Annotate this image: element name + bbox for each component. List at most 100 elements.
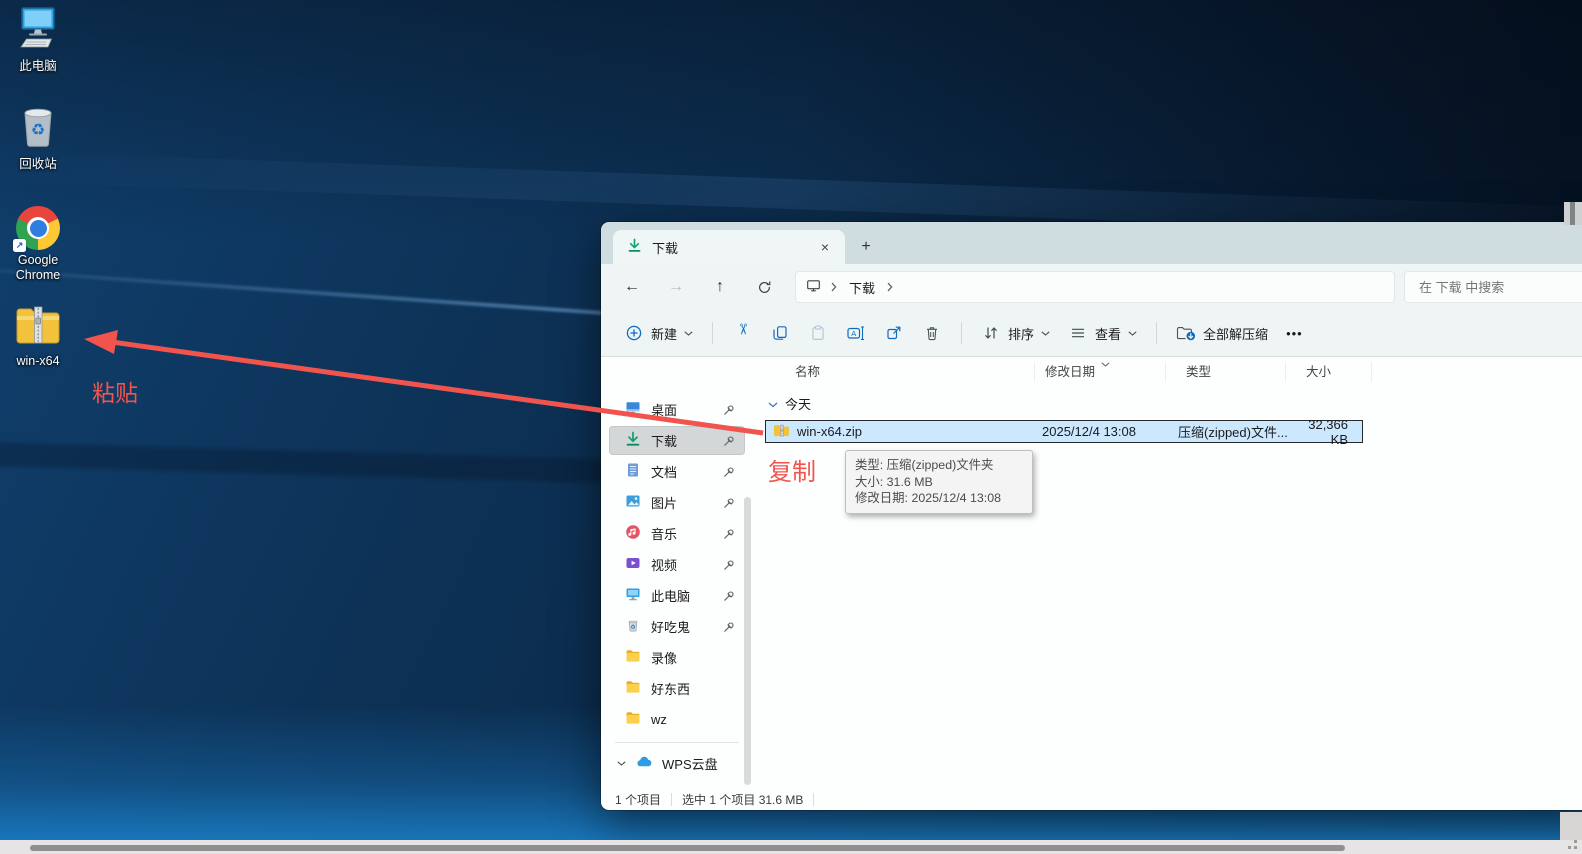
column-header-type[interactable]: 类型 [1166,362,1286,382]
monitor-icon [806,278,821,296]
forward-button[interactable]: → [661,272,691,302]
back-button[interactable]: ← [617,272,647,302]
extract-all-button[interactable]: 全部解压缩 [1167,316,1277,350]
delete-button[interactable] [913,316,951,350]
sidebar-scrollbar[interactable] [744,497,751,785]
desktop-icon-recycle-bin[interactable]: ♻ 回收站 [0,104,76,172]
tab-downloads[interactable]: 下载 × [613,230,845,264]
pin-icon [723,621,735,633]
cloud-icon [636,754,652,773]
sidebar-item-music[interactable]: 音乐 [609,519,745,548]
share-icon [884,323,904,343]
vertical-scrollbar-thumb[interactable] [1570,202,1575,225]
trash-icon [922,323,942,343]
file-tooltip: 类型: 压缩(zipped)文件夹 大小: 31.6 MB 修改日期: 2025… [845,450,1033,514]
copy-icon [770,323,790,343]
explorer-main: 桌面 下载 文档 图片 音乐 视频 此电脑 ♻ 好吃鬼 录像 好东西 wz WP… [601,357,1582,788]
tab-close-icon[interactable]: × [815,237,835,257]
resize-grip-icon [1568,846,1571,849]
up-button[interactable]: ↑ [705,272,735,302]
status-divider [671,792,673,806]
address-bar: ← → ↑ 下载 [601,264,1582,310]
sidebar-item-pictures[interactable]: 图片 [609,488,745,517]
this-pc-icon [625,586,641,605]
refresh-button[interactable] [749,272,779,302]
desktop-icon-label: 回收站 [19,157,57,171]
download-icon [627,238,642,256]
paste-button[interactable] [799,316,837,350]
horizontal-scrollbar-thumb[interactable] [30,845,1345,851]
pictures-icon [625,493,641,512]
toolbar-divider [712,322,714,344]
sort-caret-icon [1101,357,1110,370]
sidebar-item-wps-cloud[interactable]: WPS云盘 [609,749,745,778]
new-button[interactable]: 新建 [615,316,702,350]
recycle-bin-icon: ♻ [16,101,60,154]
file-row-win-x64-zip[interactable]: win-x64.zip 2025/12/4 13:08 压缩(zipped)文件… [765,417,1363,447]
sidebar-item-videos[interactable]: 视频 [609,550,745,579]
sidebar-item-this-pc[interactable]: 此电脑 [609,581,745,610]
resize-grip-icon [1574,840,1577,843]
pin-icon [723,528,735,540]
paste-icon [808,323,828,343]
tab-bar: 下载 × + [601,222,1582,264]
pin-icon [723,466,735,478]
search-box[interactable] [1404,271,1582,303]
pin-icon [723,404,735,416]
sidebar-item-wz[interactable]: wz [609,705,745,734]
desktop-icon-label: 此电脑 [19,59,57,73]
view-button[interactable]: 查看 [1059,316,1146,350]
rename-button[interactable]: A [837,316,875,350]
share-button[interactable] [875,316,913,350]
toolbar-divider [1156,322,1158,344]
toolbar-divider [961,322,963,344]
folder-icon [625,679,641,698]
chevron-down-icon [1041,330,1050,336]
tab-title: 下载 [652,240,679,256]
file-type: 压缩(zipped)文件... [1178,425,1288,440]
sidebar-item-documents[interactable]: 文档 [609,457,745,486]
circle-plus-icon [624,323,644,343]
breadcrumb-item[interactable]: 下载 [847,276,877,299]
selection-info: 选中 1 个项目 31.6 MB [682,792,804,807]
sidebar-divider [615,742,739,743]
cut-button[interactable]: ✂ [723,316,761,350]
new-tab-button[interactable]: + [853,234,879,260]
svg-text:A: A [851,329,856,338]
extract-all-label: 全部解压缩 [1203,326,1269,342]
more-button[interactable]: ••• [1277,316,1312,350]
new-button-label: 新建 [651,326,678,342]
breadcrumb[interactable]: 下载 [795,271,1395,303]
column-header-size[interactable]: 大小 [1286,362,1372,382]
item-count: 1 个项目 [615,792,662,807]
sort-button[interactable]: 排序 [972,316,1059,350]
column-header-name[interactable]: 名称 [761,362,1035,382]
desktop-icon-label: win-x64 [16,354,60,368]
sidebar-item-downloads[interactable]: 下载 [609,426,745,455]
tooltip-size: 大小: 31.6 MB [855,474,933,489]
view-icon [1068,323,1088,343]
resize-grip-icon [1574,846,1577,849]
desktop-icon-this-pc[interactable]: 此电脑 [0,6,76,74]
chevron-down-icon [768,396,778,411]
group-header-today[interactable]: 今天 [761,388,1582,418]
pin-icon [723,590,735,602]
sort-icon [981,323,1001,343]
view-button-label: 查看 [1095,326,1122,342]
copy-button[interactable] [761,316,799,350]
sidebar-item-desktop[interactable]: 桌面 [609,395,745,424]
shortcut-arrow-icon: ↗ [13,239,26,252]
search-input[interactable] [1417,278,1582,296]
sort-button-label: 排序 [1008,326,1035,342]
sidebar-item-haodongxi[interactable]: 好东西 [609,674,745,703]
sidebar-item-haochigui[interactable]: ♻ 好吃鬼 [609,612,745,641]
file-name: win-x64.zip [797,424,863,439]
vertical-scrollbar[interactable] [1564,202,1582,225]
sidebar-item-luxiang[interactable]: 录像 [609,643,745,672]
desktop-icon-win-x64[interactable]: win-x64 [0,301,76,369]
desktop-icon-chrome[interactable]: ↗ Google Chrome [0,200,76,283]
pin-icon [723,559,735,571]
rename-icon: A [846,323,866,343]
svg-text:♻: ♻ [630,624,635,631]
horizontal-scrollbar[interactable] [0,840,1582,854]
